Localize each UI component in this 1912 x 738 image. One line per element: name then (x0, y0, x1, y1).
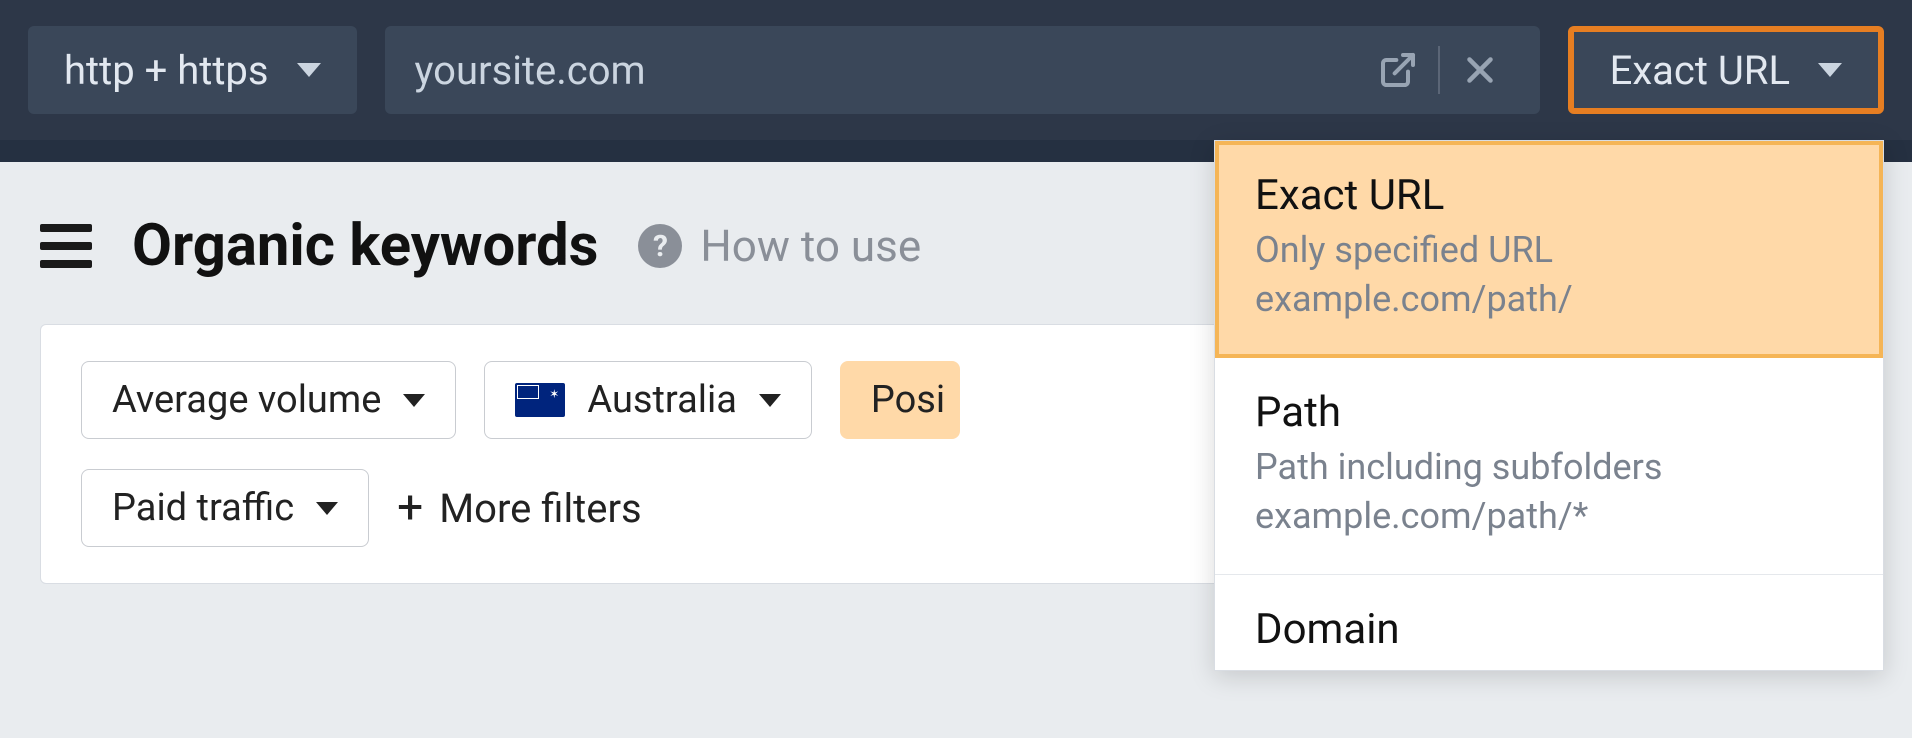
how-to-use-label: How to use (700, 220, 921, 272)
paid-traffic-filter-label: Paid traffic (112, 486, 294, 530)
position-filter[interactable]: Posi (840, 361, 960, 439)
plus-icon: + (397, 485, 423, 531)
protocol-select[interactable]: http + https (28, 26, 357, 114)
chevron-down-icon (1818, 63, 1842, 77)
menu-icon[interactable] (40, 224, 92, 268)
chevron-down-icon (316, 502, 338, 515)
more-filters-button[interactable]: + More filters (397, 485, 642, 532)
help-icon: ? (638, 224, 682, 268)
position-filter-label: Posi (871, 378, 945, 422)
flag-au-icon (515, 383, 565, 417)
country-filter[interactable]: Australia (484, 361, 812, 439)
page-title: Organic keywords (132, 212, 598, 280)
protocol-label: http + https (64, 47, 269, 94)
more-filters-label: More filters (439, 485, 641, 532)
mode-option-desc: Path including subfolders example.com/pa… (1255, 443, 1843, 540)
clear-input-icon[interactable] (1450, 40, 1510, 100)
topbar: http + https yoursite.com Exact URL (0, 0, 1912, 140)
open-external-icon[interactable] (1368, 40, 1428, 100)
mode-option-title: Domain (1255, 605, 1843, 654)
url-input-value: yoursite.com (415, 47, 1368, 94)
mode-option-domain[interactable]: Domain (1215, 575, 1883, 670)
volume-filter[interactable]: Average volume (81, 361, 456, 439)
search-mode-dropdown: Exact URL Only specified URL example.com… (1214, 140, 1884, 671)
mode-option-desc: Only specified URL example.com/path/ (1255, 226, 1843, 323)
paid-traffic-filter[interactable]: Paid traffic (81, 469, 369, 547)
mode-option-path[interactable]: Path Path including subfolders example.c… (1215, 358, 1883, 575)
search-mode-label: Exact URL (1610, 47, 1790, 94)
search-mode-select[interactable]: Exact URL (1568, 26, 1884, 114)
mode-option-exact-url[interactable]: Exact URL Only specified URL example.com… (1215, 141, 1883, 358)
chevron-down-icon (403, 394, 425, 407)
chevron-down-icon (297, 63, 321, 77)
how-to-use-link[interactable]: ? How to use (638, 220, 921, 272)
divider (1438, 46, 1440, 94)
mode-option-title: Path (1255, 388, 1843, 437)
volume-filter-label: Average volume (112, 378, 381, 422)
country-filter-label: Australia (587, 378, 737, 422)
mode-option-title: Exact URL (1255, 171, 1843, 220)
chevron-down-icon (759, 394, 781, 407)
url-input[interactable]: yoursite.com (385, 26, 1540, 114)
